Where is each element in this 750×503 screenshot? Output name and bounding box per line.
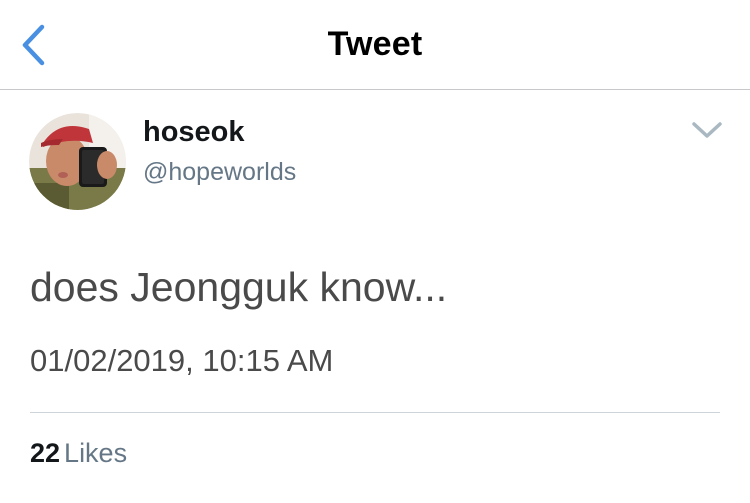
chevron-down-icon [692,122,722,138]
navigation-bar: Tweet [0,0,750,90]
tweet-detail-screen: Tweet hoseok @hopeworlds does Jeongguk k… [0,0,750,503]
username[interactable]: @hopeworlds [143,158,296,187]
tweet-menu-button[interactable] [684,112,730,148]
profile-photo [29,113,126,210]
likes-count: 22 [30,438,61,468]
divider [30,412,720,413]
tweet-timestamp: 01/02/2019, 10:15 AM [30,343,334,378]
likes-link[interactable]: 22 Likes [30,438,127,469]
page-title: Tweet [327,25,423,63]
tweet-text: does Jeongguk know... [30,264,448,310]
display-name[interactable]: hoseok [143,116,245,149]
avatar[interactable] [29,113,126,210]
likes-label: Likes [64,438,128,468]
